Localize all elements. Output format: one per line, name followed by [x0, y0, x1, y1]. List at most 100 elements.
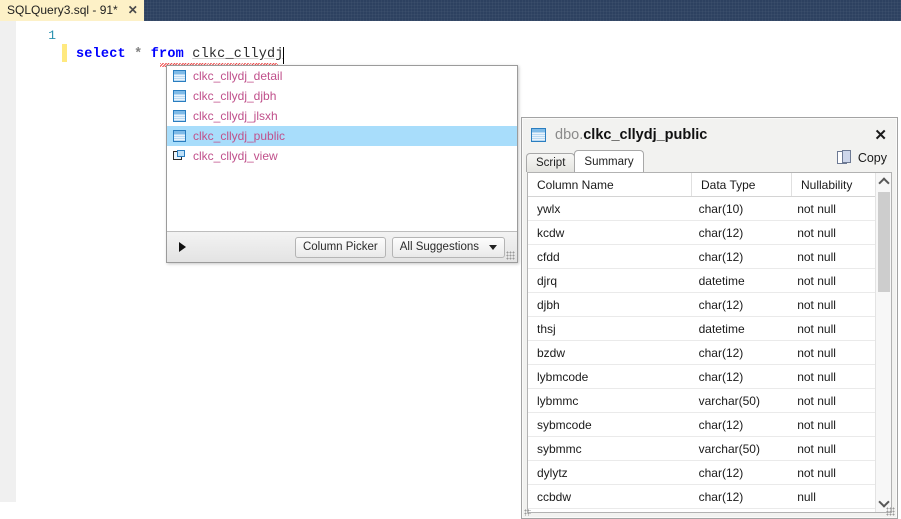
list-item[interactable]: clkc_cllydj_jlsxh — [167, 106, 517, 126]
table-cell: lybmcode — [537, 369, 589, 384]
list-item[interactable]: clkc_cllydj_djbh — [167, 86, 517, 106]
resize-grip-left[interactable] — [524, 509, 531, 516]
table-cell: not null — [797, 417, 836, 432]
list-item-selected[interactable]: clkc_cllydj_public — [167, 126, 517, 146]
table-cell: varchar(50) — [698, 441, 760, 456]
editor-gutter — [0, 21, 16, 502]
copy-icon — [836, 150, 852, 166]
table-icon — [173, 70, 186, 82]
table-cell: sybmmc — [537, 441, 582, 456]
column-header-data-type[interactable]: Data Type — [692, 173, 792, 196]
sql-keyword-from: from — [150, 47, 184, 62]
table-row[interactable]: sybmcode char(12) not null — [528, 413, 875, 437]
scroll-up-icon[interactable] — [876, 173, 891, 190]
list-item-label: clkc_cllydj_view — [193, 149, 278, 163]
column-picker-button[interactable]: Column Picker — [294, 236, 386, 258]
list-item-label: clkc_cllydj_jlsxh — [193, 109, 278, 123]
table-row[interactable]: djbh char(12) not null — [528, 293, 875, 317]
table-cell: kcdw — [537, 225, 565, 240]
table-cell: djbh — [537, 297, 560, 312]
list-item-label: clkc_cllydj_public — [193, 129, 286, 143]
table-row[interactable]: ywlx char(10) not null — [528, 197, 875, 221]
close-icon[interactable]: ✕ — [872, 126, 889, 144]
table-cell: char(12) — [698, 465, 744, 480]
window-titlebar: SQLQuery3.sql - 91* ✕ — [0, 0, 901, 21]
tab-script[interactable]: Script — [526, 153, 576, 172]
view-icon — [173, 150, 186, 162]
table-row[interactable]: ccbdw char(12) null — [528, 485, 875, 509]
table-row[interactable]: cfdd char(12) not null — [528, 245, 875, 269]
table-cell: bzdw — [537, 345, 566, 360]
table-row[interactable]: sybmmc varchar(50) not null — [528, 437, 875, 461]
tab-script-label: Script — [536, 157, 566, 169]
document-tab-label: SQLQuery3.sql - 91* — [7, 3, 118, 17]
table-cell: not null — [797, 369, 836, 384]
object-title: dbo.clkc_cllydj_public — [555, 127, 707, 143]
table-cell: sybmcode — [537, 417, 592, 432]
table-cell: dylytz — [537, 465, 568, 480]
table-cell: not null — [797, 441, 836, 456]
text-caret — [283, 47, 284, 64]
summary-grid[interactable]: Column Name Data Type Nullability ywlx ch… — [527, 172, 892, 513]
document-tab-sqlquery3[interactable]: SQLQuery3.sql - 91* ✕ — [0, 0, 144, 21]
column-header-nullability[interactable]: Nullability — [792, 173, 880, 196]
table-cell: ccbdw — [537, 489, 572, 504]
editor-code-line[interactable]: select * from clkc_cllydj — [76, 47, 284, 62]
table-icon — [173, 90, 186, 102]
object-schema: dbo. — [555, 127, 584, 143]
object-summary-header: dbo.clkc_cllydj_public ✕ — [522, 118, 897, 152]
chevron-down-glyph — [877, 496, 890, 508]
table-cell: char(12) — [698, 225, 744, 240]
table-cell: null — [797, 489, 816, 504]
line-number: 1 — [48, 28, 56, 43]
object-summary-tabs: Script Summary — [526, 150, 644, 172]
resize-grip[interactable] — [506, 251, 515, 260]
expand-arrow-icon[interactable] — [167, 242, 197, 252]
table-cell: not null — [797, 249, 836, 264]
object-name: clkc_cllydj_public — [583, 127, 708, 143]
triangle-right-icon — [178, 242, 186, 252]
table-cell: not null — [797, 345, 836, 360]
table-cell: lybmmc — [537, 393, 579, 408]
table-row[interactable]: djrq datetime not null — [528, 269, 875, 293]
all-suggestions-dropdown[interactable]: All Suggestions — [391, 236, 505, 258]
tab-summary[interactable]: Summary — [574, 150, 644, 172]
grid-vertical-scrollbar[interactable] — [875, 173, 891, 512]
table-cell: char(12) — [698, 297, 744, 312]
summary-grid-body: ywlx char(10) not null kcdw char(12) not null… — [528, 197, 875, 512]
table-row[interactable]: bzdw char(12) not null — [528, 341, 875, 365]
copy-button[interactable]: Copy — [836, 150, 887, 166]
column-header-column-name[interactable]: Column Name — [528, 173, 692, 196]
table-cell: ywlx — [537, 201, 561, 216]
table-row[interactable]: thsj datetime not null — [528, 317, 875, 341]
table-cell: datetime — [698, 273, 745, 288]
table-row[interactable]: lybmcode char(12) not null — [528, 365, 875, 389]
table-cell: cfdd — [537, 249, 560, 264]
unsaved-change-indicator — [62, 44, 67, 62]
table-row[interactable]: dylytz char(12) not null — [528, 461, 875, 485]
table-row[interactable]: lybmmc varchar(50) not null — [528, 389, 875, 413]
table-cell: char(12) — [698, 489, 744, 504]
intellisense-footer: Column Picker All Suggestions — [167, 231, 517, 262]
table-cell: not null — [797, 273, 836, 288]
resize-grip[interactable] — [886, 507, 895, 516]
table-cell: not null — [797, 201, 836, 216]
all-suggestions-label: All Suggestions — [399, 241, 479, 253]
table-cell: not null — [797, 321, 836, 336]
scrollbar-thumb[interactable] — [878, 192, 890, 292]
sql-keyword-select: select — [76, 47, 126, 62]
intellisense-list[interactable]: clkc_cllydj_detail clkc_cllydj_djbh clkc… — [167, 66, 517, 232]
sql-editor[interactable]: 1 select * from clkc_cllydj clkc_cllydj_… — [0, 21, 901, 519]
list-item[interactable]: clkc_cllydj_view — [167, 146, 517, 166]
table-row[interactable]: kcdw char(12) not null — [528, 221, 875, 245]
list-item[interactable]: clkc_cllydj_detail — [167, 66, 517, 86]
table-cell: char(12) — [698, 249, 744, 264]
intellisense-popup[interactable]: clkc_cllydj_detail clkc_cllydj_djbh clkc… — [166, 65, 518, 263]
table-cell: char(12) — [698, 345, 744, 360]
table-cell: char(10) — [698, 201, 744, 216]
table-cell: djrq — [537, 273, 558, 288]
close-icon[interactable]: ✕ — [128, 0, 138, 21]
table-cell: not null — [797, 393, 836, 408]
table-cell: thsj — [537, 321, 556, 336]
object-summary-panel[interactable]: dbo.clkc_cllydj_public ✕ Script Summary … — [521, 117, 898, 519]
